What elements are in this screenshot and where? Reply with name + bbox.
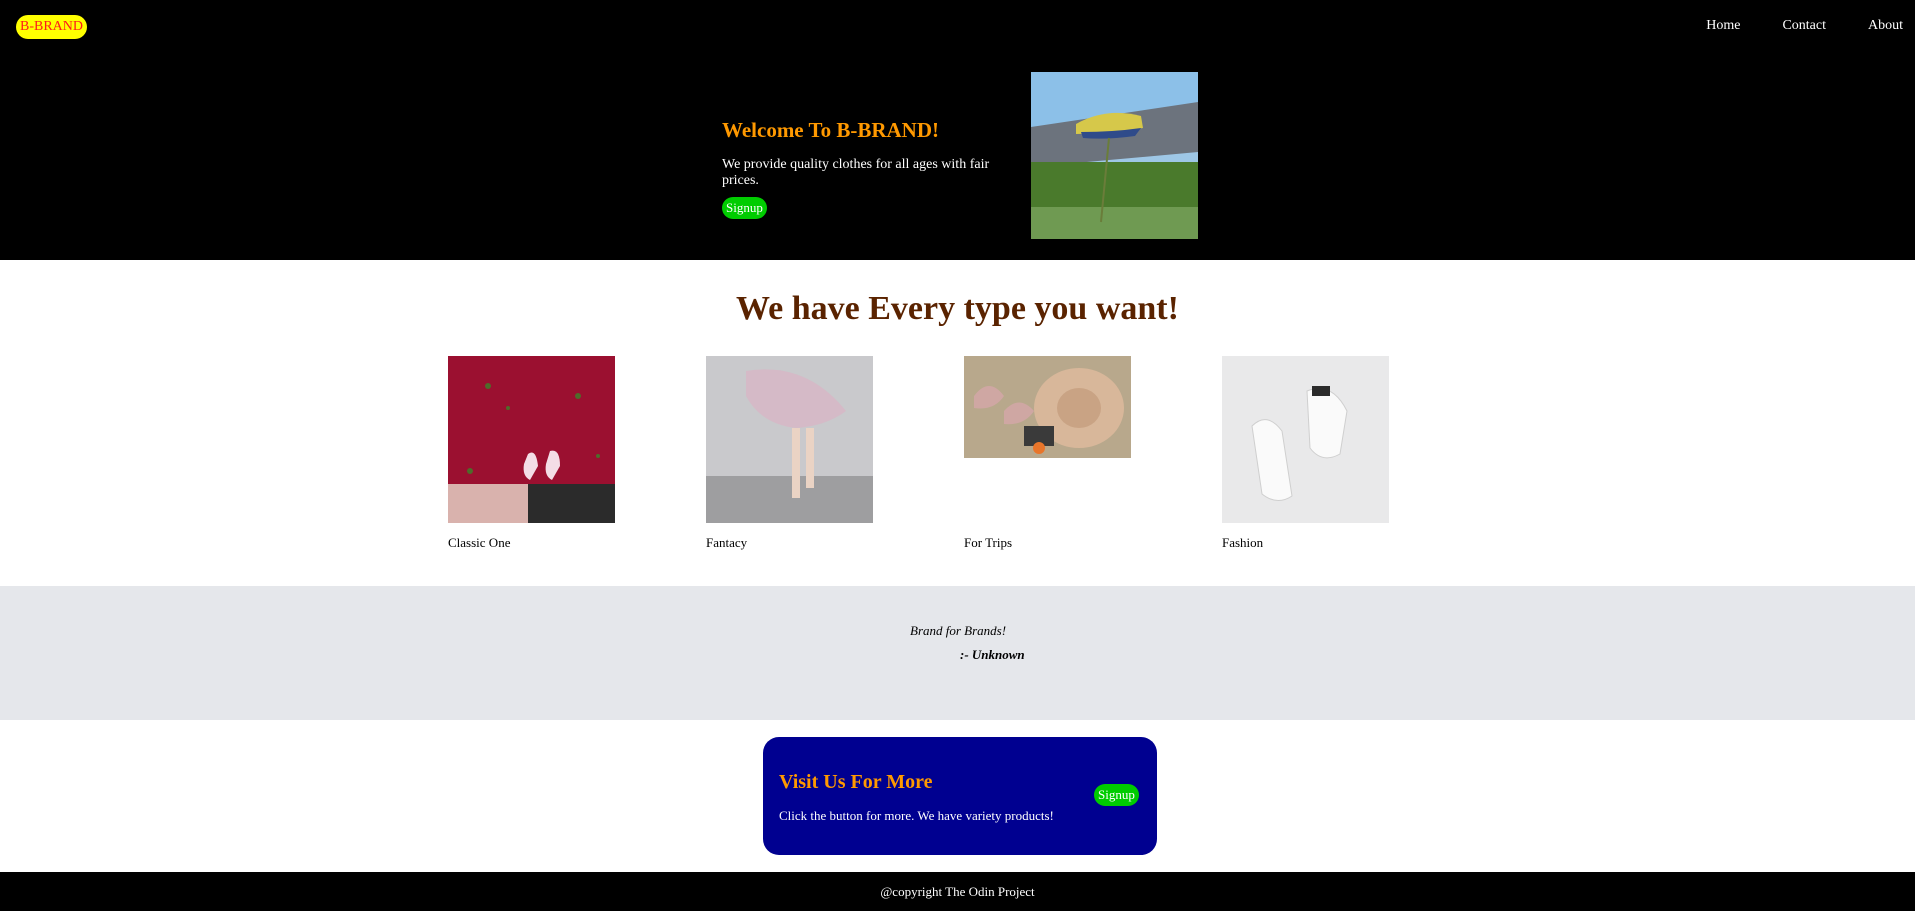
quote-text: Brand for Brands! — [910, 623, 1007, 638]
cta-subtitle: Click the button for more. We have varie… — [779, 808, 1054, 823]
top-nav: Home Contact About — [1706, 18, 1903, 34]
cta-signup-button[interactable]: Signup — [1094, 784, 1139, 806]
beach-hat-icon — [964, 356, 1131, 458]
quote-author: :- Unknown — [960, 647, 1025, 662]
header-bar: B-BRAND Home Contact About Welcome To B-… — [0, 0, 1915, 260]
card-label-fashion: Fashion — [1222, 535, 1264, 550]
beach-hat-image — [964, 356, 1131, 458]
card-label-fantacy: Fantacy — [706, 535, 748, 550]
card-label-for-trips: For Trips — [964, 535, 1013, 550]
hero-signup-button[interactable]: Signup — [722, 197, 767, 219]
nav-link-about[interactable]: About — [1868, 18, 1903, 34]
dancer-icon — [706, 356, 873, 523]
sneaker-image — [1031, 72, 1198, 239]
nav-link-home[interactable]: Home — [1706, 18, 1740, 34]
hero-title: Welcome To B-BRAND! — [722, 118, 939, 142]
card-label-classic-one: Classic One — [448, 535, 511, 550]
quote-section — [0, 586, 1915, 720]
street-feet-icon — [448, 356, 615, 523]
nav-link-contact[interactable]: Contact — [1782, 18, 1826, 34]
catalog-card[interactable]: Classic One — [448, 356, 615, 551]
catalog-card[interactable]: For Trips — [964, 356, 1131, 551]
sneaker-icon — [1031, 72, 1198, 239]
dancer-image — [706, 356, 873, 523]
white-sneakers-icon — [1222, 356, 1389, 523]
catalog-card[interactable]: Fashion — [1222, 356, 1389, 551]
brand-logo[interactable]: B-BRAND — [16, 15, 88, 39]
cta-card: Visit Us For More Click the button for m… — [763, 737, 1157, 855]
hero-text: Welcome To B-BRAND! We provide quality c… — [722, 118, 1022, 219]
street-feet-image — [448, 356, 615, 523]
hero-subtitle: We provide quality clothes for all ages … — [722, 157, 990, 188]
catalog-title: We have Every type you want! — [736, 290, 1179, 327]
cta-title: Visit Us For More — [779, 771, 933, 793]
footer: @copyright The Odin Project — [0, 872, 1915, 911]
white-sneakers-image — [1222, 356, 1389, 523]
catalog-card[interactable]: Fantacy — [706, 356, 873, 551]
